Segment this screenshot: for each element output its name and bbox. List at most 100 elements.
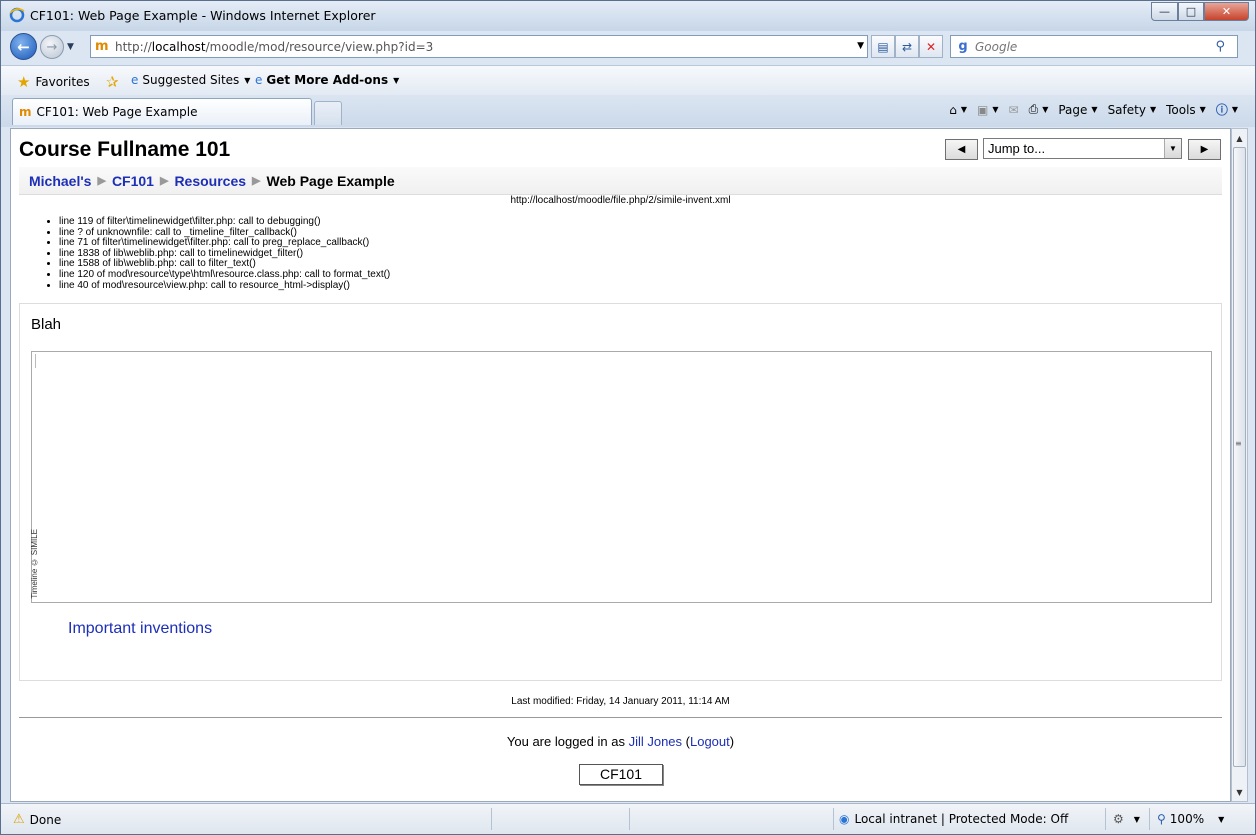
page-title: Course Fullname 101 bbox=[19, 138, 231, 161]
footer-divider bbox=[19, 717, 1222, 718]
page-menu[interactable]: Page ▼ bbox=[1055, 103, 1100, 117]
feeds-button[interactable]: ▣ ▼ bbox=[974, 103, 1002, 117]
search-icon[interactable]: ⚲ bbox=[1215, 39, 1225, 54]
breadcrumb-home[interactable]: Michael's bbox=[29, 173, 91, 189]
favorites-button[interactable]: ★ Favorites bbox=[17, 73, 90, 91]
resource-box: Blah Timeline © SIMILE Important inventi… bbox=[19, 303, 1222, 681]
chevron-down-icon: ▼ bbox=[393, 75, 400, 85]
breadcrumb-separator-icon: ▶ bbox=[159, 175, 169, 187]
feeds-icon: ▣ bbox=[977, 102, 989, 117]
minimize-button[interactable]: — bbox=[1151, 2, 1178, 21]
address-buttons: ▤ ⇄ ✕ bbox=[871, 35, 943, 58]
zoom-icon: ⚲ bbox=[1157, 812, 1166, 826]
list-item: line 40 of mod\resource\view.php: call t… bbox=[59, 280, 390, 292]
previous-activity-button[interactable]: ◀ bbox=[945, 139, 978, 160]
scroll-thumb[interactable] bbox=[1233, 147, 1246, 767]
home-button[interactable]: ⌂ ▼ bbox=[946, 103, 970, 117]
close-window-button[interactable]: ✕ bbox=[1204, 2, 1249, 21]
search-box[interactable]: g ⚲ bbox=[950, 35, 1238, 58]
settings-icon: ⚙ bbox=[1113, 812, 1124, 826]
course-home-button[interactable]: CF101 bbox=[579, 764, 663, 785]
chevron-down-icon: ▼ bbox=[1133, 814, 1140, 824]
ie-icon: e bbox=[255, 73, 263, 87]
window-controls: — □ ✕ bbox=[1151, 2, 1249, 21]
address-dropdown-arrow[interactable]: ▼ bbox=[857, 41, 864, 51]
window-title: CF101: Web Page Example - Windows Intern… bbox=[30, 8, 376, 23]
search-input[interactable] bbox=[975, 39, 1205, 54]
debug-backtrace: line 119 of filter\timelinewidget\filter… bbox=[47, 216, 390, 292]
last-modified: Last modified: Friday, 14 January 2011, … bbox=[511, 696, 730, 707]
refresh-button[interactable]: ⇄ bbox=[895, 35, 919, 58]
login-info: You are logged in as Jill Jones (Logout) bbox=[506, 734, 735, 749]
chevron-down-icon: ▼ bbox=[1218, 814, 1225, 824]
print-button[interactable]: ⎙ ▼ bbox=[1026, 102, 1052, 117]
compat-view-button[interactable]: ▤ bbox=[871, 35, 895, 58]
globe-icon: ◉ bbox=[839, 812, 850, 826]
status-text: ⚠ Done bbox=[13, 812, 62, 827]
ie-icon: e bbox=[131, 73, 139, 87]
compat-view-icon: ▤ bbox=[877, 39, 889, 54]
scroll-grip-icon: ≡ bbox=[1235, 439, 1242, 448]
read-mail-button[interactable]: ✉ bbox=[1006, 103, 1022, 117]
command-bar: ⌂ ▼ ▣ ▼ ✉ ⎙ ▼ Page ▼ Safety ▼ Tools ▼ ⓘ ▼ bbox=[946, 101, 1241, 118]
debug-file-url: http://localhost/moodle/file.php/2/simil… bbox=[510, 195, 731, 206]
help-icon: ⓘ bbox=[1215, 103, 1228, 117]
home-icon: ⌂ bbox=[949, 102, 957, 117]
maximize-button[interactable]: □ bbox=[1178, 2, 1204, 21]
breadcrumb-resources[interactable]: Resources bbox=[174, 173, 246, 189]
chevron-down-icon[interactable]: ▼ bbox=[1164, 139, 1181, 158]
timeline-marker bbox=[35, 354, 38, 368]
new-tab-button[interactable] bbox=[314, 101, 342, 125]
stop-button[interactable]: ✕ bbox=[919, 35, 943, 58]
browser-window: CF101: Web Page Example - Windows Intern… bbox=[0, 0, 1256, 835]
breadcrumb-course[interactable]: CF101 bbox=[112, 173, 154, 189]
help-button[interactable]: ⓘ ▼ bbox=[1213, 101, 1241, 118]
status-bar: ⚠ Done ◉ Local intranet | Protected Mode: … bbox=[1, 803, 1255, 834]
popup-blocker-button[interactable]: ⚙ ▼ bbox=[1113, 812, 1140, 826]
moodle-favicon: m bbox=[19, 105, 32, 119]
tools-menu[interactable]: Tools ▼ bbox=[1163, 103, 1209, 117]
navigation-bar: ← → ▼ m http://localhost/moodle/mod/reso… bbox=[1, 31, 1255, 63]
back-arrow-icon: ← bbox=[17, 37, 30, 56]
back-button[interactable]: ← bbox=[10, 33, 37, 60]
tab-active[interactable]: m CF101: Web Page Example bbox=[12, 98, 312, 125]
timeline-credit: Timeline © SIMILE bbox=[30, 529, 39, 599]
google-icon: g bbox=[958, 38, 968, 54]
title-bar: CF101: Web Page Example - Windows Intern… bbox=[1, 1, 1255, 31]
jump-to-select[interactable]: Jump to... ▼ bbox=[983, 138, 1182, 159]
tab-bar: m CF101: Web Page Example ⌂ ▼ ▣ ▼ ✉ ⎙ ▼ Page… bbox=[1, 95, 1255, 127]
mail-icon: ✉ bbox=[1008, 102, 1019, 117]
star-icon: ★ bbox=[17, 73, 31, 91]
favorites-bar: ★ Favorites ✰ e Suggested Sites ▼ e Get More… bbox=[1, 65, 1255, 95]
list-item: line 119 of filter\timelinewidget\filter… bbox=[59, 216, 390, 228]
recent-pages-dropdown[interactable]: ▼ bbox=[67, 42, 74, 52]
scroll-down-arrow[interactable]: ▼ bbox=[1232, 784, 1247, 800]
timeline-widget[interactable]: Timeline © SIMILE bbox=[30, 351, 1212, 603]
stop-icon: ✕ bbox=[925, 39, 937, 54]
address-url[interactable]: http://localhost/moodle/mod/resource/vie… bbox=[115, 40, 433, 54]
zoom-control[interactable]: ⚲ 100% ▼ bbox=[1157, 812, 1224, 826]
resource-heading: Blah bbox=[31, 316, 62, 333]
logout-link[interactable]: Logout bbox=[690, 734, 730, 749]
address-bar[interactable]: m http://localhost/moodle/mod/resource/v… bbox=[90, 35, 868, 58]
scroll-up-arrow[interactable]: ▲ bbox=[1232, 130, 1247, 146]
moodle-favicon: m bbox=[95, 38, 109, 54]
add-favorite-icon: ✰ bbox=[106, 73, 119, 91]
forward-button[interactable]: → bbox=[40, 35, 64, 59]
breadcrumb-separator-icon: ▶ bbox=[97, 175, 106, 187]
page-content: Course Fullname 101 ◀ Jump to... ▼ ▶ Mich… bbox=[10, 128, 1231, 802]
next-activity-button[interactable]: ▶ bbox=[1188, 139, 1221, 160]
safety-menu[interactable]: Safety ▼ bbox=[1105, 103, 1160, 117]
warning-icon: ⚠ bbox=[13, 812, 25, 827]
vertical-scrollbar[interactable]: ▲ ≡ ▼ bbox=[1231, 128, 1248, 802]
forward-arrow-icon: → bbox=[46, 39, 58, 55]
user-profile-link[interactable]: Jill Jones bbox=[629, 734, 682, 749]
print-icon: ⎙ bbox=[1028, 102, 1039, 116]
ie-icon bbox=[9, 7, 25, 23]
important-inventions-link[interactable]: Important inventions bbox=[68, 620, 212, 638]
suggested-sites-button[interactable]: e Suggested Sites ▼ bbox=[131, 73, 250, 87]
list-item: line 120 of mod\resource\type\html\resou… bbox=[59, 269, 390, 281]
security-zone[interactable]: ◉ Local intranet | Protected Mode: Off bbox=[839, 812, 1068, 826]
get-addons-button[interactable]: e Get More Add-ons ▼ bbox=[255, 73, 399, 87]
add-favorites-button[interactable]: ✰ bbox=[106, 73, 124, 91]
